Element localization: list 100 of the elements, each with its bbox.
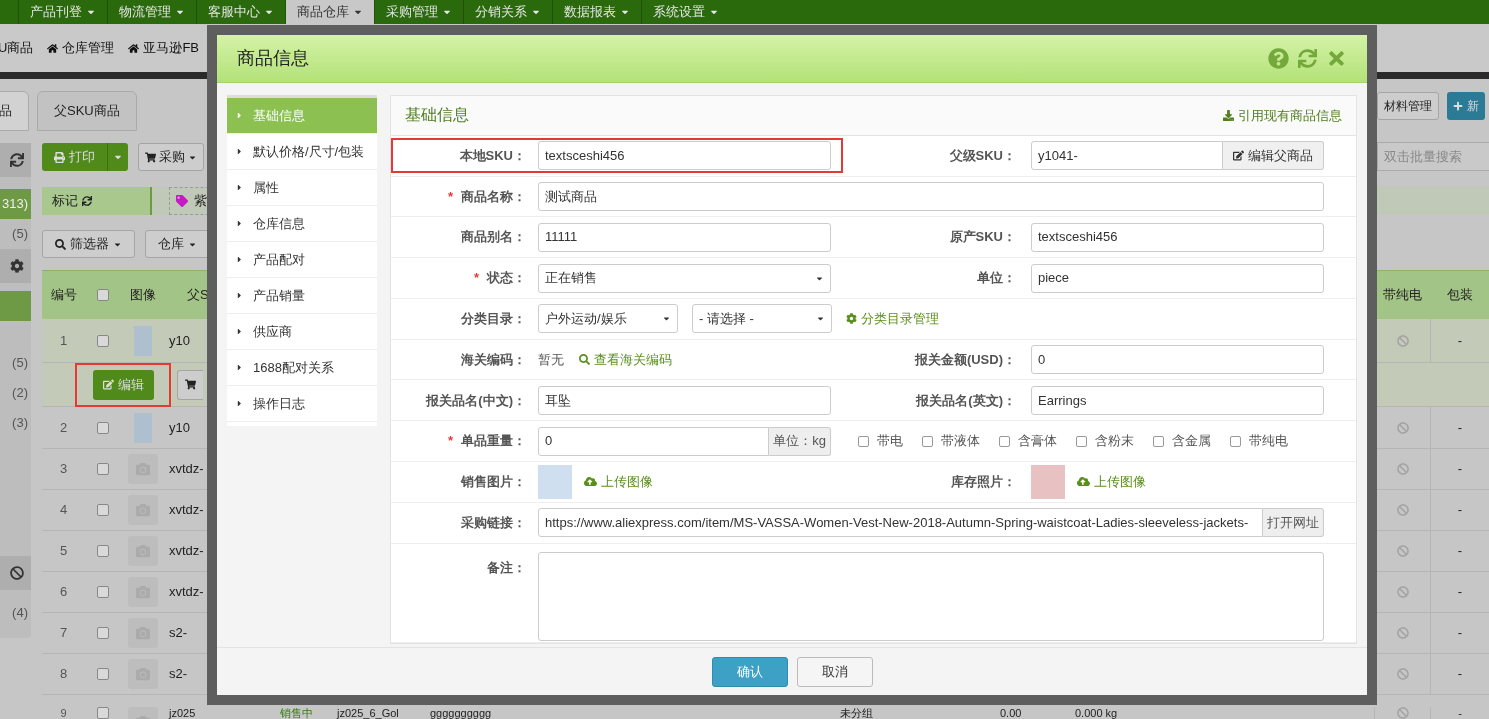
- checkbox[interactable]: [922, 435, 933, 447]
- materials-button[interactable]: 材料管理: [1377, 92, 1439, 120]
- field-label: 父级SKU：: [949, 146, 1016, 165]
- nav-item[interactable]: 仓库信息: [227, 206, 377, 242]
- checkbox[interactable]: [999, 435, 1010, 447]
- field-label: 分类目录：: [461, 310, 526, 329]
- field-value: 暂无: [538, 350, 564, 369]
- input-field[interactable]: textsceshi456: [1031, 222, 1324, 252]
- field-label: 单品重量：: [461, 432, 526, 451]
- checkbox[interactable]: [1230, 435, 1241, 447]
- caret-icon: [235, 363, 244, 372]
- select-field[interactable]: 户外运动/娱乐: [538, 304, 678, 334]
- filter-button[interactable]: 仓库: [145, 230, 210, 258]
- side-count[interactable]: (3): [0, 408, 31, 438]
- checkbox[interactable]: [96, 334, 109, 347]
- field-label: 报关品名(中文)：: [426, 391, 526, 410]
- checkbox[interactable]: [96, 586, 109, 598]
- input-field[interactable]: textsceshi456: [538, 141, 831, 171]
- checkbox[interactable]: [858, 435, 869, 447]
- checkbox-label: 含膏体: [1018, 432, 1057, 451]
- purchase-button[interactable]: 采购: [138, 143, 204, 171]
- table-cell-text: 3: [58, 460, 69, 479]
- settings-icon[interactable]: [10, 259, 24, 273]
- section-title: 基础信息: [405, 105, 469, 126]
- upload-link[interactable]: 上传图像: [584, 472, 653, 492]
- input-field[interactable]: Earrings: [1031, 385, 1324, 415]
- checkbox[interactable]: [96, 289, 109, 301]
- checkbox[interactable]: [96, 545, 109, 557]
- caret-icon: [235, 219, 244, 228]
- checkbox[interactable]: [96, 707, 109, 719]
- notes-field[interactable]: [538, 551, 1324, 641]
- checkbox-label: 含金属: [1172, 432, 1211, 451]
- help-icon[interactable]: [1268, 48, 1289, 69]
- home-icon: [128, 42, 140, 54]
- input-field[interactable]: 测试商品: [538, 181, 1324, 211]
- field-label: 单位：: [977, 269, 1016, 288]
- upload-link[interactable]: 上传图像: [1077, 472, 1146, 492]
- ban-icon: [1396, 707, 1409, 719]
- side-count[interactable]: (2): [0, 378, 31, 408]
- input-field[interactable]: 0: [1031, 345, 1324, 375]
- ban-icon: [1396, 627, 1409, 639]
- table-cell: -: [1430, 449, 1489, 489]
- dialog-title: 商品信息: [237, 47, 309, 70]
- table-cell-text: s2-: [169, 665, 188, 684]
- caret-icon: [235, 111, 244, 120]
- edit-parent-button[interactable]: 编辑父商品: [1223, 141, 1324, 171]
- nav-tab[interactable]: 商品仓库: [285, 0, 374, 24]
- side-count[interactable]: (5): [0, 219, 31, 249]
- upload-icon: [584, 475, 597, 489]
- checkbox[interactable]: [96, 627, 109, 639]
- checkbox[interactable]: [1153, 435, 1164, 447]
- mark-label[interactable]: 标记: [42, 187, 152, 215]
- close-icon[interactable]: [1326, 48, 1347, 69]
- field-label: 库存照片：: [951, 473, 1016, 492]
- cart-button[interactable]: [177, 369, 203, 400]
- select-field[interactable]: 正在销售: [538, 263, 831, 293]
- input-field[interactable]: 耳坠: [538, 385, 831, 415]
- input-field[interactable]: y1041-: [1031, 141, 1223, 171]
- lookup-link[interactable]: 查看海关编码: [579, 349, 672, 370]
- nav-item[interactable]: 供应商: [227, 314, 377, 350]
- nav-item[interactable]: 默认价格/尺寸/包装: [227, 134, 377, 170]
- category-link[interactable]: 分类目录管理: [846, 309, 939, 329]
- input-field[interactable]: 11111: [538, 222, 831, 252]
- table-cell: -: [1430, 531, 1489, 571]
- filter-button[interactable]: 筛选器: [42, 230, 135, 258]
- nav-item[interactable]: 产品销量: [227, 278, 377, 314]
- select-field[interactable]: - 请选择 -: [692, 304, 832, 334]
- caret-icon: [235, 255, 244, 264]
- nav-item[interactable]: 操作日志: [227, 386, 377, 422]
- table-cell-text: 4: [58, 501, 69, 520]
- checkbox[interactable]: [1076, 435, 1087, 447]
- nav-item[interactable]: 属性: [227, 170, 377, 206]
- open-url-button[interactable]: 打开网址: [1263, 508, 1324, 538]
- nav-item[interactable]: 1688配对关系: [227, 350, 377, 386]
- caret-icon: [235, 147, 244, 156]
- table-cell-text: 8: [58, 665, 69, 684]
- table-cell: -: [1430, 572, 1489, 612]
- sub-nav-link[interactable]: 仓库管理: [47, 38, 115, 58]
- page-tab[interactable]: 父SKU商品: [37, 91, 137, 131]
- ban-icon[interactable]: [10, 566, 24, 580]
- checkbox[interactable]: [96, 504, 109, 516]
- refresh-icon[interactable]: [10, 153, 24, 167]
- sub-nav-link[interactable]: 亚马逊FB: [128, 38, 199, 58]
- side-count[interactable]: (4): [0, 598, 31, 628]
- checkbox[interactable]: [96, 421, 109, 434]
- field-label: 商品别名：: [461, 228, 526, 247]
- add-button[interactable]: 新: [1447, 92, 1485, 120]
- reference-link[interactable]: 引用现有商品信息: [1223, 105, 1342, 126]
- input-field[interactable]: https://www.aliexpress.com/item/MS-VASSA-Women-Vest-New-2018-Autumn-Spring-waistcoat-Ladies-sleeveless-jackets-: [538, 508, 1263, 538]
- table-cell: 0.000 kg: [1075, 707, 1118, 719]
- required-mark: *: [447, 187, 453, 206]
- input-field[interactable]: piece: [1031, 263, 1324, 293]
- page-tab[interactable]: 品: [0, 91, 29, 131]
- cancel-button[interactable]: 取消: [796, 656, 873, 687]
- checkbox[interactable]: [96, 668, 109, 680]
- input-field[interactable]: 0: [538, 426, 770, 456]
- field-label: 报关金额(USD)：: [914, 350, 1016, 369]
- side-count[interactable]: (5): [0, 348, 31, 378]
- checkbox[interactable]: [96, 463, 109, 475]
- nav-item[interactable]: 产品配对: [227, 242, 377, 278]
